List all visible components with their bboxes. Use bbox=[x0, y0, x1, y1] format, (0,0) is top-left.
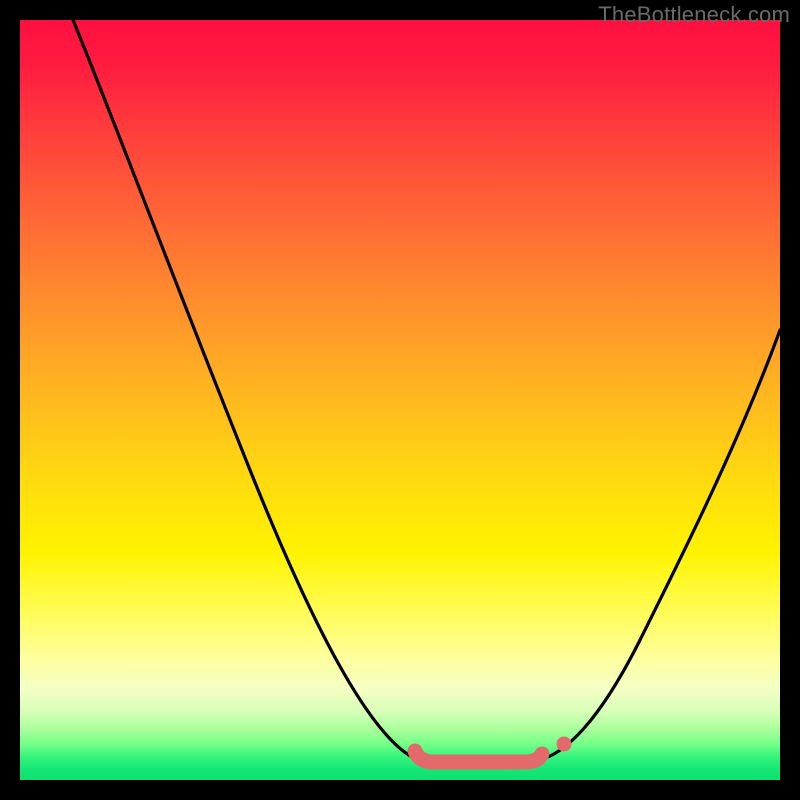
gradient-plot-area bbox=[20, 20, 780, 780]
optimal-range-segment bbox=[415, 751, 542, 762]
bottleneck-curve bbox=[20, 20, 780, 780]
watermark-text: TheBottleneck.com bbox=[598, 2, 790, 28]
curve-path bbox=[73, 20, 780, 760]
marker-dot bbox=[557, 737, 572, 752]
chart-frame: TheBottleneck.com bbox=[0, 0, 800, 800]
